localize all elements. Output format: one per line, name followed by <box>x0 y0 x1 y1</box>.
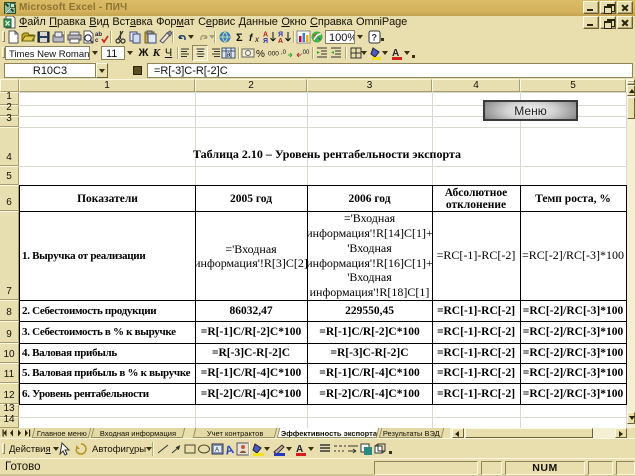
svg-text:,00: ,00 <box>301 50 310 56</box>
svg-text:A: A <box>215 448 219 454</box>
svg-text:%: % <box>256 49 265 60</box>
svg-text:f: f <box>249 33 254 44</box>
svg-text:?: ? <box>372 33 378 43</box>
svg-text:,0: ,0 <box>281 50 287 56</box>
svg-text:Σ: Σ <box>236 32 243 44</box>
svg-text:x: x <box>254 35 260 44</box>
svg-text:000: 000 <box>268 51 279 58</box>
svg-text:c: c <box>95 38 99 44</box>
svg-text:А: А <box>278 38 283 44</box>
svg-text:Я: Я <box>263 38 268 44</box>
svg-text:A: A <box>225 442 236 456</box>
svg-text:a: a <box>227 52 231 59</box>
